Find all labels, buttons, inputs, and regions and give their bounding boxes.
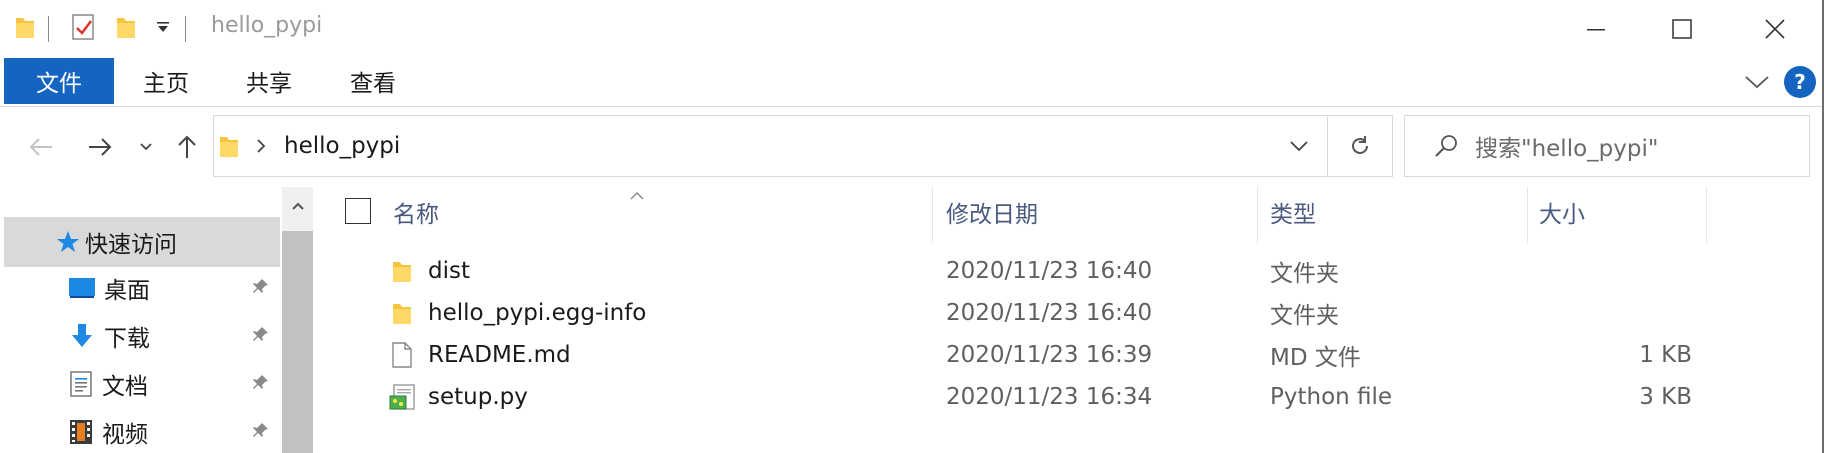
file-size: 1 KB <box>1639 342 1692 368</box>
file-name[interactable]: hello_pypi.egg-info <box>428 292 646 334</box>
properties-icon[interactable] <box>71 13 97 45</box>
ribbon-tabs: 文件 主页 共享 查看 ? <box>0 58 1822 106</box>
breadcrumb-chevron-icon[interactable] <box>256 116 276 176</box>
recent-locations-dropdown[interactable] <box>136 125 156 169</box>
column-divider <box>932 187 933 243</box>
video-icon <box>68 418 94 446</box>
file-name[interactable]: setup.py <box>428 376 528 418</box>
breadcrumb[interactable]: hello_pypi <box>284 116 400 176</box>
file-modified: 2020/11/23 16:34 <box>946 384 1153 410</box>
sort-arrow-icon <box>629 187 645 200</box>
python-file-icon <box>388 376 416 418</box>
file-name[interactable]: README.md <box>428 334 571 376</box>
file-list: 名称 修改日期 类型 大小 dist 2020/11/23 16:40 文件夹 … <box>313 187 1822 453</box>
download-icon <box>68 322 96 350</box>
nav-item-label: 下载 <box>104 326 150 352</box>
navigation-pane: 快速访问 桌面 下载 文档 视频 <box>0 187 313 453</box>
file-modified: 2020/11/23 16:39 <box>946 342 1153 368</box>
address-bar[interactable]: hello_pypi <box>213 115 1393 177</box>
pin-icon[interactable] <box>252 275 270 301</box>
file-icon <box>391 334 413 376</box>
file-modified: 2020/11/23 16:40 <box>946 258 1153 284</box>
breadcrumb-segment[interactable]: hello_pypi <box>284 133 400 159</box>
title-bar: hello_pypi <box>0 0 1822 58</box>
file-modified: 2020/11/23 16:40 <box>946 300 1153 326</box>
folder-icon <box>14 14 36 44</box>
column-header-type[interactable]: 类型 <box>1270 189 1316 235</box>
ribbon-expand-icon[interactable] <box>1741 66 1773 98</box>
nav-item-label: 文档 <box>102 374 148 400</box>
column-divider <box>1706 187 1707 243</box>
toolbar-separator <box>185 16 186 42</box>
folder-icon <box>391 292 413 334</box>
tab-home[interactable]: 主页 <box>128 58 204 104</box>
new-folder-icon[interactable] <box>115 14 137 44</box>
select-all-checkbox[interactable] <box>345 198 371 224</box>
nav-item-videos[interactable]: 视频 <box>68 410 278 453</box>
help-icon[interactable]: ? <box>1784 66 1816 98</box>
customize-toolbar-dropdown-icon[interactable] <box>155 19 171 39</box>
tab-view[interactable]: 查看 <box>335 58 411 104</box>
navigation-bar: hello_pypi 搜索"hello_pypi" <box>0 107 1822 187</box>
window-title: hello_pypi <box>211 13 323 38</box>
address-dropdown-icon[interactable] <box>1284 116 1314 176</box>
quick-access-toolbar <box>14 14 198 44</box>
search-box[interactable]: 搜索"hello_pypi" <box>1404 115 1810 177</box>
nav-pane-scrollbar-thumb[interactable] <box>282 231 313 453</box>
column-header-modified[interactable]: 修改日期 <box>946 189 1038 235</box>
pin-icon[interactable] <box>252 371 270 397</box>
back-button[interactable] <box>24 125 58 169</box>
quick-access-item-label[interactable]: 快速访问 <box>55 220 177 264</box>
refresh-button[interactable] <box>1328 116 1392 176</box>
toolbar-separator <box>48 16 49 42</box>
table-row[interactable]: hello_pypi.egg-info 2020/11/23 16:40 文件夹 <box>313 292 1822 334</box>
file-size: 3 KB <box>1639 384 1692 410</box>
close-button[interactable] <box>1728 0 1822 58</box>
folder-icon <box>391 250 413 292</box>
maximize-button[interactable] <box>1635 0 1729 58</box>
forward-button[interactable] <box>83 125 117 169</box>
column-header-name[interactable]: 名称 <box>393 189 439 235</box>
minimize-button[interactable] <box>1549 0 1643 58</box>
column-divider <box>1527 187 1528 243</box>
file-size <box>1539 250 1692 292</box>
desktop-icon <box>68 276 96 300</box>
file-explorer-window: hello_pypi 文件 主页 共享 查看 ? hello_pypi 搜索"h… <box>0 0 1824 453</box>
file-name[interactable]: dist <box>428 250 470 292</box>
column-divider <box>1257 187 1258 243</box>
tab-file[interactable]: 文件 <box>4 58 114 104</box>
pin-icon[interactable] <box>252 323 270 349</box>
file-type: MD 文件 <box>1270 345 1361 371</box>
document-icon <box>68 370 94 398</box>
pin-icon[interactable] <box>252 419 270 445</box>
quick-access-label: 快速访问 <box>85 232 177 258</box>
search-input[interactable]: 搜索"hello_pypi" <box>1475 129 1658 163</box>
file-type: 文件夹 <box>1270 303 1339 329</box>
nav-item-desktop[interactable]: 桌面 <box>68 266 278 310</box>
table-row[interactable]: dist 2020/11/23 16:40 文件夹 <box>313 250 1822 292</box>
nav-item-label: 视频 <box>102 422 148 448</box>
table-row[interactable]: README.md 2020/11/23 16:39 MD 文件 1 KB <box>313 334 1822 376</box>
table-row[interactable]: setup.py 2020/11/23 16:34 Python file 3 … <box>313 376 1822 418</box>
nav-item-downloads[interactable]: 下载 <box>68 314 278 358</box>
file-type: Python file <box>1270 384 1393 410</box>
scroll-up-button[interactable] <box>282 187 313 225</box>
address-folder-icon <box>218 116 246 176</box>
column-header-size[interactable]: 大小 <box>1539 189 1585 235</box>
nav-item-documents[interactable]: 文档 <box>68 362 278 406</box>
search-icon <box>1433 133 1459 159</box>
star-icon <box>55 229 81 255</box>
nav-item-label: 桌面 <box>104 278 150 304</box>
file-size <box>1539 292 1692 334</box>
tab-share[interactable]: 共享 <box>231 58 307 104</box>
up-button[interactable] <box>172 125 202 169</box>
file-type: 文件夹 <box>1270 261 1339 287</box>
